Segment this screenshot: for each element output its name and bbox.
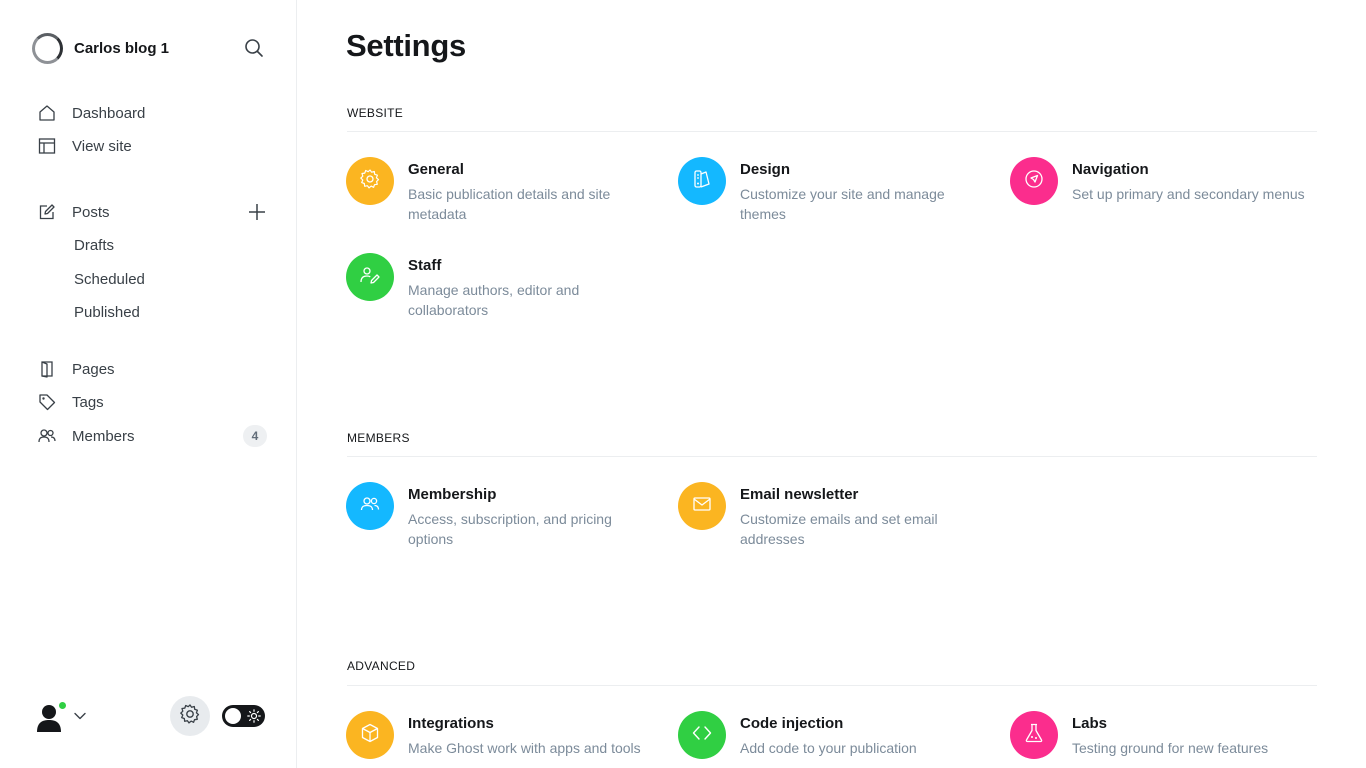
- nav-pages-label: Pages: [72, 360, 115, 378]
- navigation-icon: [1023, 168, 1045, 195]
- brush-icon: [691, 168, 713, 195]
- pages-icon: [38, 360, 56, 378]
- card-body: Staff Manage authors, editor and collabo…: [408, 253, 658, 320]
- staff-icon-circle: [346, 253, 394, 301]
- nav-pages[interactable]: Pages: [38, 357, 115, 381]
- nav-scheduled[interactable]: Scheduled: [74, 269, 145, 291]
- code-injection-icon-circle: [678, 711, 726, 759]
- card-body: Labs Testing ground for new features: [1072, 711, 1322, 759]
- brand-name: Carlos blog 1: [74, 39, 170, 57]
- settings-card-navigation[interactable]: Navigation Set up primary and secondary …: [1010, 157, 1322, 205]
- brand-logo: [32, 32, 63, 64]
- view-site-icon: [38, 137, 56, 155]
- section-divider: [347, 131, 1317, 132]
- settings-card-email-newsletter[interactable]: Email newsletter Customize emails and se…: [678, 482, 990, 549]
- section-advanced-heading: ADVANCED: [347, 659, 416, 673]
- box-icon: [359, 722, 381, 749]
- settings-card-labs[interactable]: Labs Testing ground for new features: [1010, 711, 1322, 759]
- membership-icon: [359, 493, 381, 520]
- toggle-knob: [225, 708, 241, 724]
- card-title: Staff: [408, 257, 442, 274]
- online-status-dot: [57, 700, 68, 711]
- nav-tags[interactable]: Tags: [38, 390, 104, 414]
- labs-icon-circle: [1010, 711, 1058, 759]
- members-icon: [38, 427, 56, 445]
- nav-tags-label: Tags: [72, 393, 104, 411]
- nav-published[interactable]: Published: [74, 302, 140, 324]
- settings-button[interactable]: [170, 696, 210, 736]
- nav-view-site-label: View site: [72, 137, 132, 155]
- gear-icon: [179, 703, 201, 730]
- nav-members[interactable]: Members: [38, 424, 135, 448]
- card-description: Access, subscription, and pricing option…: [408, 511, 612, 547]
- tag-icon: [38, 393, 56, 411]
- card-body: Integrations Make Ghost work with apps a…: [408, 711, 658, 759]
- search-icon[interactable]: [243, 37, 265, 59]
- nav-dashboard-label: Dashboard: [72, 104, 146, 122]
- settings-card-general[interactable]: General Basic publication details and si…: [346, 157, 658, 224]
- card-title: Labs: [1072, 715, 1108, 732]
- card-title: Membership: [408, 486, 497, 503]
- card-title: Navigation: [1072, 161, 1149, 178]
- card-title: Design: [740, 161, 791, 178]
- flask-icon: [1023, 722, 1045, 749]
- card-description: Manage authors, editor and collaborators: [408, 282, 580, 318]
- nav-members-label: Members: [72, 427, 135, 445]
- design-icon-circle: [678, 157, 726, 205]
- card-body: Email newsletter Customize emails and se…: [740, 482, 990, 549]
- dark-mode-toggle[interactable]: [222, 705, 265, 727]
- envelope-icon: [691, 493, 713, 520]
- page-title: Settings: [346, 28, 466, 63]
- nav-posts[interactable]: Posts: [38, 200, 110, 224]
- home-icon: [38, 104, 56, 122]
- card-title: General: [408, 161, 464, 178]
- nav-dashboard[interactable]: Dashboard: [38, 101, 145, 125]
- card-title: Code injection: [740, 715, 844, 732]
- edit-icon: [38, 203, 56, 221]
- nav-drafts[interactable]: Drafts: [74, 235, 114, 257]
- section-divider: [347, 685, 1317, 686]
- card-title: Email newsletter: [740, 486, 859, 503]
- card-title: Integrations: [408, 715, 494, 732]
- card-body: General Basic publication details and si…: [408, 157, 658, 224]
- card-description: Make Ghost work with apps and tools: [408, 740, 641, 756]
- membership-icon-circle: [346, 482, 394, 530]
- nav-posts-label: Posts: [72, 203, 110, 221]
- settings-card-code-injection[interactable]: Code injection Add code to your publicat…: [678, 711, 990, 759]
- members-count-badge: 4: [243, 425, 267, 447]
- sidebar: Carlos blog 1 Dashboard View site Posts …: [0, 0, 297, 768]
- card-body: Design Customize your site and manage th…: [740, 157, 990, 224]
- email-icon-circle: [678, 482, 726, 530]
- settings-card-staff[interactable]: Staff Manage authors, editor and collabo…: [346, 253, 658, 320]
- sun-icon: [247, 709, 261, 723]
- brand[interactable]: Carlos blog 1: [32, 32, 169, 64]
- card-description: Testing ground for new features: [1072, 740, 1269, 756]
- settings-card-integrations[interactable]: Integrations Make Ghost work with apps a…: [346, 711, 658, 759]
- card-description: Customize emails and set email addresses: [740, 511, 938, 547]
- gear-icon: [359, 168, 381, 195]
- section-divider: [347, 456, 1317, 457]
- card-description: Set up primary and secondary menus: [1072, 186, 1305, 202]
- card-description: Add code to your publication: [740, 740, 917, 756]
- settings-card-design[interactable]: Design Customize your site and manage th…: [678, 157, 990, 224]
- section-website-heading: WEBSITE: [347, 106, 404, 120]
- staff-icon: [359, 264, 381, 291]
- integrations-icon-circle: [346, 711, 394, 759]
- card-description: Basic publication details and site metad…: [408, 186, 611, 222]
- settings-card-membership[interactable]: Membership Access, subscription, and pri…: [346, 482, 658, 549]
- card-body: Membership Access, subscription, and pri…: [408, 482, 658, 549]
- general-icon-circle: [346, 157, 394, 205]
- plus-icon[interactable]: [246, 201, 268, 223]
- card-body: Navigation Set up primary and secondary …: [1072, 157, 1322, 205]
- nav-view-site[interactable]: View site: [38, 134, 132, 158]
- chevron-down-icon[interactable]: [73, 709, 87, 723]
- code-icon: [691, 722, 713, 749]
- section-members-heading: MEMBERS: [347, 431, 410, 445]
- card-body: Code injection Add code to your publicat…: [740, 711, 990, 759]
- card-description: Customize your site and manage themes: [740, 186, 945, 222]
- navigation-icon-circle: [1010, 157, 1058, 205]
- main-content: Settings WEBSITE General Basic publicati…: [298, 0, 1366, 768]
